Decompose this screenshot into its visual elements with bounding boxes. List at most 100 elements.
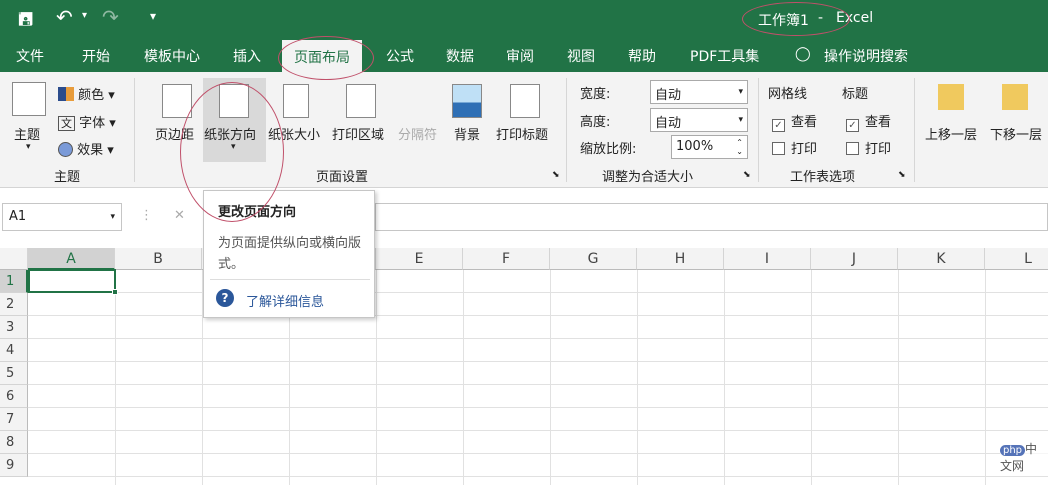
width-select[interactable]: 自动 ▾: [650, 80, 748, 104]
fonts-button[interactable]: 文 字体 ▾: [58, 112, 116, 131]
title-bar: 🖪 ↶ ▾ ↷ ▾ 工作簿1 - Excel: [0, 0, 1048, 38]
width-label: 宽度:: [580, 87, 611, 102]
print-area-button[interactable]: 打印区域: [332, 124, 384, 143]
tab-insert[interactable]: 插入: [233, 46, 261, 66]
print-titles-icon: [510, 84, 540, 118]
tab-pdf-tools[interactable]: PDF工具集: [690, 46, 759, 66]
column-header-A[interactable]: A: [28, 248, 115, 270]
undo-dropdown-icon[interactable]: ▾: [82, 10, 87, 21]
column-header-B[interactable]: B: [115, 248, 202, 270]
tab-review[interactable]: 审阅: [506, 46, 534, 66]
row-header-3[interactable]: 3: [0, 316, 28, 339]
save-icon[interactable]: 🖪: [18, 7, 33, 37]
tab-templates[interactable]: 模板中心: [144, 46, 200, 66]
tab-file[interactable]: 文件: [16, 46, 44, 66]
ribbon-tabs: 文件 开始 模板中心 插入 页面布局 公式 数据 审阅 视图 帮助 PDF工具集…: [0, 38, 1048, 72]
row-header-7[interactable]: 7: [0, 408, 28, 431]
app-name: Excel: [836, 10, 874, 26]
formula-input[interactable]: [375, 203, 1048, 231]
effects-label: 效果: [77, 143, 104, 158]
spreadsheet-grid[interactable]: ABCDEFGHIJKL123456789: [0, 248, 1048, 485]
dialog-launcher-icon[interactable]: ⬊: [898, 170, 906, 180]
gridlines-print-checkbox[interactable]: 打印: [772, 138, 817, 157]
orientation-label: 纸张方向: [204, 128, 257, 143]
tell-me-search[interactable]: 操作说明搜索: [824, 46, 908, 66]
print-area-icon: [346, 84, 376, 118]
headings-view-checkbox[interactable]: ✓ 查看: [846, 111, 891, 132]
gridlines-view-checkbox[interactable]: ✓ 查看: [772, 111, 817, 132]
breaks-button[interactable]: 分隔符: [398, 124, 437, 143]
learn-more-link[interactable]: 了解详细信息: [246, 291, 324, 310]
page-size-icon: [283, 84, 309, 118]
row-header-8[interactable]: 8: [0, 431, 28, 454]
column-header-E[interactable]: E: [376, 248, 463, 270]
row-header-4[interactable]: 4: [0, 339, 28, 362]
column-header-G[interactable]: G: [550, 248, 637, 270]
themes-button[interactable]: 主题: [14, 124, 40, 143]
group-label-scale: 调整为合适大小: [602, 170, 694, 185]
name-box[interactable]: A1 ▾: [2, 203, 122, 231]
customize-icon[interactable]: ▾: [150, 9, 156, 23]
checkbox-label: 打印: [791, 142, 818, 157]
bring-forward-button[interactable]: 上移一层: [925, 124, 977, 143]
headings-print-checkbox[interactable]: 打印: [846, 138, 891, 157]
size-button[interactable]: 纸张大小: [268, 124, 320, 143]
lightbulb-icon: ◯: [795, 46, 811, 62]
document-title: 工作簿1: [758, 13, 809, 29]
dialog-launcher-icon[interactable]: ⬊: [743, 170, 751, 180]
send-backward-button[interactable]: 下移一层: [990, 124, 1042, 143]
bring-forward-icon: [938, 84, 964, 110]
row-header-1[interactable]: 1: [0, 270, 28, 293]
background-button[interactable]: 背景: [454, 124, 480, 143]
dialog-launcher-icon[interactable]: ⬊: [552, 170, 560, 180]
scale-label: 缩放比例:: [580, 142, 637, 157]
name-box-value: A1: [9, 209, 27, 224]
tab-view[interactable]: 视图: [567, 46, 595, 66]
checkbox-label: 查看: [791, 115, 818, 130]
send-backward-icon: [1002, 84, 1028, 110]
tab-page-layout[interactable]: 页面布局: [282, 40, 362, 72]
row-header-2[interactable]: 2: [0, 293, 28, 316]
height-select[interactable]: 自动 ▾: [650, 108, 748, 132]
colors-label: 颜色: [78, 88, 105, 103]
tab-home[interactable]: 开始: [82, 46, 110, 66]
row-header-5[interactable]: 5: [0, 362, 28, 385]
tooltip-body: 为页面提供纵向或横向版式。: [218, 236, 362, 272]
chevron-down-icon: ▾: [26, 142, 31, 152]
ribbon: 主题 ▾ 颜色 ▾ 文 字体 ▾ 效果 ▾ 主题 页边距 纸张方向 ▾ 纸张大小…: [0, 72, 1048, 188]
tab-formulas[interactable]: 公式: [386, 46, 414, 66]
margins-icon: [162, 84, 192, 118]
tooltip: 更改页面方向 为页面提供纵向或横向版式。 ? 了解详细信息: [203, 190, 375, 318]
fill-handle[interactable]: [112, 289, 118, 295]
select-all-corner[interactable]: [0, 248, 28, 270]
column-header-J[interactable]: J: [811, 248, 898, 270]
scale-spinner[interactable]: 100% ⌃ ⌄: [671, 135, 748, 159]
fonts-label: 字体: [79, 116, 106, 131]
font-icon: 文: [58, 116, 75, 131]
column-header-L[interactable]: L: [985, 248, 1048, 270]
group-label-page-setup: 页面设置: [316, 170, 369, 185]
formula-bar-grip: ⋮: [140, 208, 153, 223]
column-header-H[interactable]: H: [637, 248, 724, 270]
colors-button[interactable]: 颜色 ▾: [58, 84, 115, 103]
tab-data[interactable]: 数据: [446, 46, 474, 66]
redo-icon[interactable]: ↷: [102, 5, 119, 29]
column-header-I[interactable]: I: [724, 248, 811, 270]
background-icon: [452, 84, 482, 118]
tab-help[interactable]: 帮助: [628, 46, 656, 66]
selected-cell[interactable]: [28, 269, 118, 295]
group-label-theme: 主题: [54, 170, 81, 185]
headings-label: 标题: [842, 87, 869, 102]
effects-button[interactable]: 效果 ▾: [58, 139, 114, 158]
column-header-F[interactable]: F: [463, 248, 550, 270]
undo-icon[interactable]: ↶: [56, 5, 73, 29]
cancel-icon[interactable]: ✕: [174, 208, 185, 223]
row-header-6[interactable]: 6: [0, 385, 28, 408]
watermark: php 中文网: [1000, 440, 1048, 474]
print-titles-button[interactable]: 打印标题: [496, 124, 548, 143]
margins-button[interactable]: 页边距: [155, 124, 194, 143]
column-header-K[interactable]: K: [898, 248, 985, 270]
row-header-9[interactable]: 9: [0, 454, 28, 477]
palette-icon: [58, 87, 74, 101]
height-label: 高度:: [580, 115, 611, 130]
